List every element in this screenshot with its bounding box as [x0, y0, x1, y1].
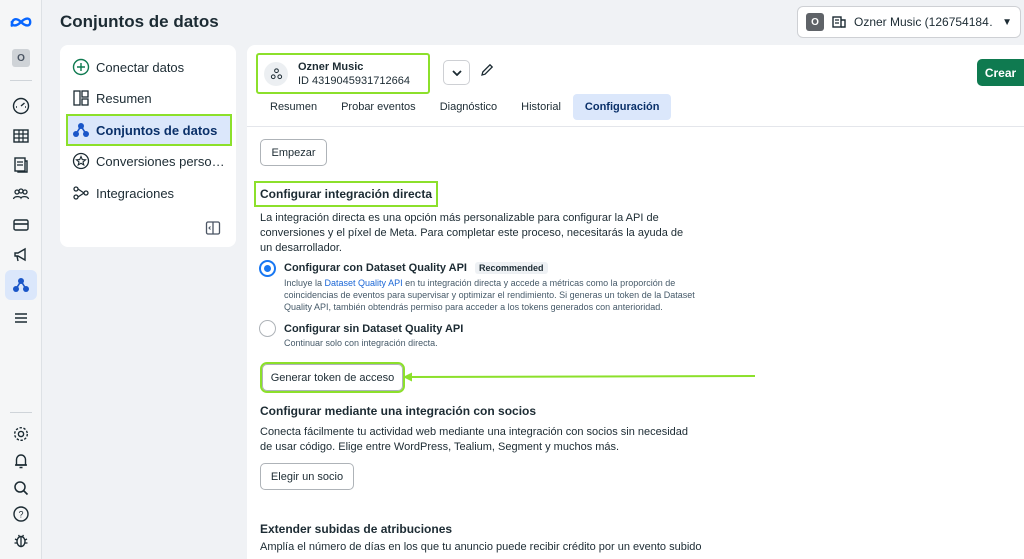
dqa-desc-pre: Incluye la	[284, 278, 325, 288]
option-with-dqa-title: Configurar con Dataset Quality API	[284, 262, 467, 274]
dataset-dropdown-button[interactable]	[443, 60, 470, 85]
tab-diagnostics[interactable]: Diagnóstico	[428, 94, 509, 120]
nav-label: Resumen	[96, 90, 152, 106]
rail-divider	[10, 80, 32, 81]
direct-integration-description: La integración directa es una opción más…	[260, 212, 684, 254]
datasets-icon[interactable]	[10, 274, 32, 296]
nav-label: Conversiones perso…	[96, 153, 225, 169]
dataset-icon	[264, 61, 288, 86]
collapse-panel-icon[interactable]	[205, 220, 221, 236]
caret-down-icon: ▼	[1002, 16, 1012, 28]
billing-icon[interactable]	[10, 214, 32, 236]
notifications-icon[interactable]	[10, 450, 32, 472]
menu-icon[interactable]	[10, 307, 32, 329]
datasets-icon	[73, 123, 89, 137]
icon-rail: O ?	[0, 0, 42, 559]
nav-summary[interactable]: Resumen	[68, 84, 230, 112]
create-button[interactable]: Crear	[977, 59, 1024, 86]
option-without-dqa-title: Configurar sin Dataset Quality API	[284, 323, 464, 335]
tab-settings[interactable]: Configuración	[572, 94, 672, 120]
settings-icon[interactable]	[10, 423, 32, 445]
bug-report-icon[interactable]	[10, 529, 32, 551]
recommended-badge: Recommended	[474, 262, 548, 274]
dataset-id: ID 4319045931712664	[298, 74, 410, 87]
help-icon[interactable]: ?	[10, 503, 32, 525]
meta-logo-icon[interactable]	[8, 11, 34, 33]
nav-connect-data[interactable]: Conectar datos	[68, 53, 230, 81]
tab-bar: Resumen Probar eventos Diagnóstico Histo…	[258, 94, 672, 120]
tab-divider	[247, 126, 1024, 127]
option-without-dqa-description: Continuar solo con integración directa.	[284, 338, 438, 348]
layout-icon	[73, 90, 89, 106]
nav-datasets[interactable]: Conjuntos de datos	[66, 114, 232, 146]
page-title: Conjuntos de datos	[60, 12, 219, 31]
radio-without-dataset-quality-api[interactable]	[259, 320, 276, 337]
generate-access-token-button[interactable]: Generar token de acceso	[260, 362, 405, 393]
edit-pencil-icon[interactable]	[479, 62, 495, 78]
choose-partner-button[interactable]: Elegir un socio	[260, 463, 354, 490]
nav-integrations[interactable]: Integraciones	[68, 179, 230, 207]
dataset-quality-api-link[interactable]: Dataset Quality API	[325, 278, 403, 288]
datasets-nav: Conectar datos Resumen Conjuntos de dato…	[60, 45, 236, 247]
megaphone-icon[interactable]	[10, 244, 32, 266]
extend-uploads-title: Extender subidas de atribuciones	[260, 522, 453, 536]
account-avatar[interactable]: O	[12, 49, 30, 67]
start-button[interactable]: Empezar	[260, 139, 327, 166]
dataset-name: Ozner Music	[298, 60, 364, 73]
nav-label: Integraciones	[96, 185, 175, 201]
chevron-down-icon	[451, 69, 462, 76]
tab-history[interactable]: Historial	[509, 94, 573, 120]
option-with-dqa-description: Incluye la Dataset Quality API en tu int…	[284, 277, 708, 313]
annotation-arrow	[403, 372, 755, 382]
table-icon[interactable]	[10, 125, 32, 147]
account-label: Ozner Music (126754184…	[854, 15, 995, 29]
nav-label: Conectar datos	[96, 59, 185, 75]
audience-icon[interactable]	[10, 184, 32, 206]
extend-uploads-description: Amplía el número de días en los que tu a…	[260, 541, 702, 553]
direct-integration-title: Configurar integración directa	[253, 181, 439, 207]
tab-summary[interactable]: Resumen	[258, 94, 329, 120]
account-initial: O	[806, 13, 824, 31]
business-icon	[832, 16, 846, 28]
tab-test-events[interactable]: Probar eventos	[329, 94, 428, 120]
integrations-icon	[73, 186, 89, 200]
plus-circle-icon	[72, 58, 90, 76]
star-circle-icon	[72, 152, 90, 170]
pages-icon[interactable]	[10, 154, 32, 176]
radio-with-dataset-quality-api[interactable]	[259, 260, 276, 277]
dataset-selector[interactable]: Ozner Music ID 4319045931712664	[256, 53, 430, 94]
search-icon[interactable]	[10, 477, 32, 499]
nav-label: Conjuntos de datos	[96, 122, 218, 138]
partner-integration-title: Configurar mediante una integración con …	[260, 404, 537, 418]
account-selector[interactable]: O Ozner Music (126754184… ▼	[797, 6, 1021, 38]
option-with-dqa: Configurar con Dataset Quality API Recom…	[284, 262, 548, 274]
dashboard-icon[interactable]	[10, 95, 32, 117]
nav-custom-conversions[interactable]: Conversiones perso…	[68, 147, 230, 175]
rail-divider-bottom	[10, 412, 32, 413]
svg-text:?: ?	[18, 510, 23, 520]
partner-integration-description: Conecta fácilmente tu actividad web medi…	[260, 426, 689, 453]
